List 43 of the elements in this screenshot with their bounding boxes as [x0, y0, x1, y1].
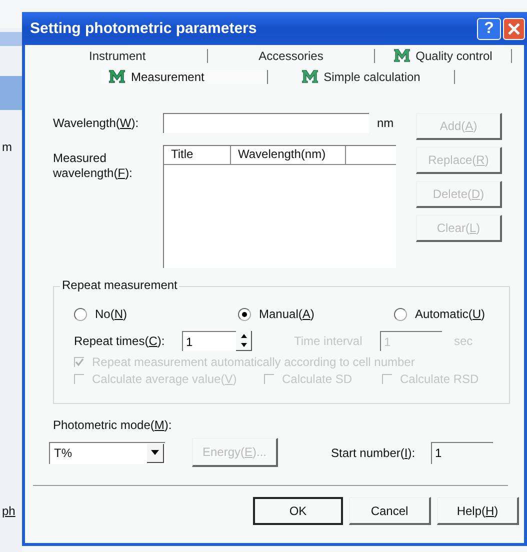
tab[interactable]: Measurement — [101, 70, 268, 84]
m-icon — [109, 70, 125, 83]
close-icon — [507, 22, 521, 36]
down-arrow-icon — [240, 343, 246, 348]
column-header[interactable]: Title — [164, 146, 231, 164]
option-label: Automatic(U) — [415, 307, 486, 321]
start-number-field[interactable]: 1 — [431, 442, 493, 464]
field-label: Start number(I): — [331, 446, 416, 460]
tab[interactable]: Instrument — [81, 48, 208, 62]
repeat-times-field[interactable]: 1 — [182, 331, 236, 351]
option-label: No(N) — [95, 307, 128, 321]
wavelength-list[interactable]: Title Wavelength(nm) — [163, 145, 396, 268]
window-edge — [0, 32, 22, 46]
window-title: Setting photometric parameters — [30, 20, 257, 37]
field-label: Measured wavelength(F): — [53, 150, 134, 182]
tab[interactable]: Quality control — [375, 48, 512, 62]
radio-button[interactable] — [238, 308, 251, 320]
background-text: ph — [2, 504, 16, 518]
dialog-button[interactable]: Cancel — [349, 497, 431, 525]
m-icon — [302, 70, 318, 83]
group-title: Repeat measurement — [60, 278, 180, 292]
tab[interactable]: Simple calculation — [268, 70, 455, 84]
mode-dropdown[interactable]: T% — [49, 442, 165, 464]
m-icon — [394, 49, 410, 62]
radio-button[interactable] — [394, 308, 407, 320]
close-button[interactable] — [503, 18, 525, 40]
wavelength-field[interactable] — [163, 113, 369, 133]
unit-label: nm — [377, 116, 394, 130]
tab[interactable]: Accessories — [208, 48, 375, 62]
radio-button[interactable] — [74, 308, 87, 320]
dialog-button[interactable]: Help(H) — [437, 497, 519, 525]
spin-buttons[interactable] — [236, 331, 252, 351]
help-button[interactable]: ? — [477, 18, 501, 40]
dialog-button[interactable]: OK — [253, 497, 343, 525]
option-label: Manual(A) — [259, 307, 314, 321]
background-text: m — [2, 140, 12, 154]
field-label: Photometric mode(M): — [53, 418, 173, 432]
field-label: Repeat times(C): — [74, 334, 166, 348]
field-label: Wavelength(W): — [53, 116, 140, 130]
window-edge — [0, 76, 22, 110]
caret-icon — [151, 450, 159, 455]
up-arrow-icon — [240, 334, 246, 338]
column-header[interactable]: Wavelength(nm) — [231, 146, 346, 164]
